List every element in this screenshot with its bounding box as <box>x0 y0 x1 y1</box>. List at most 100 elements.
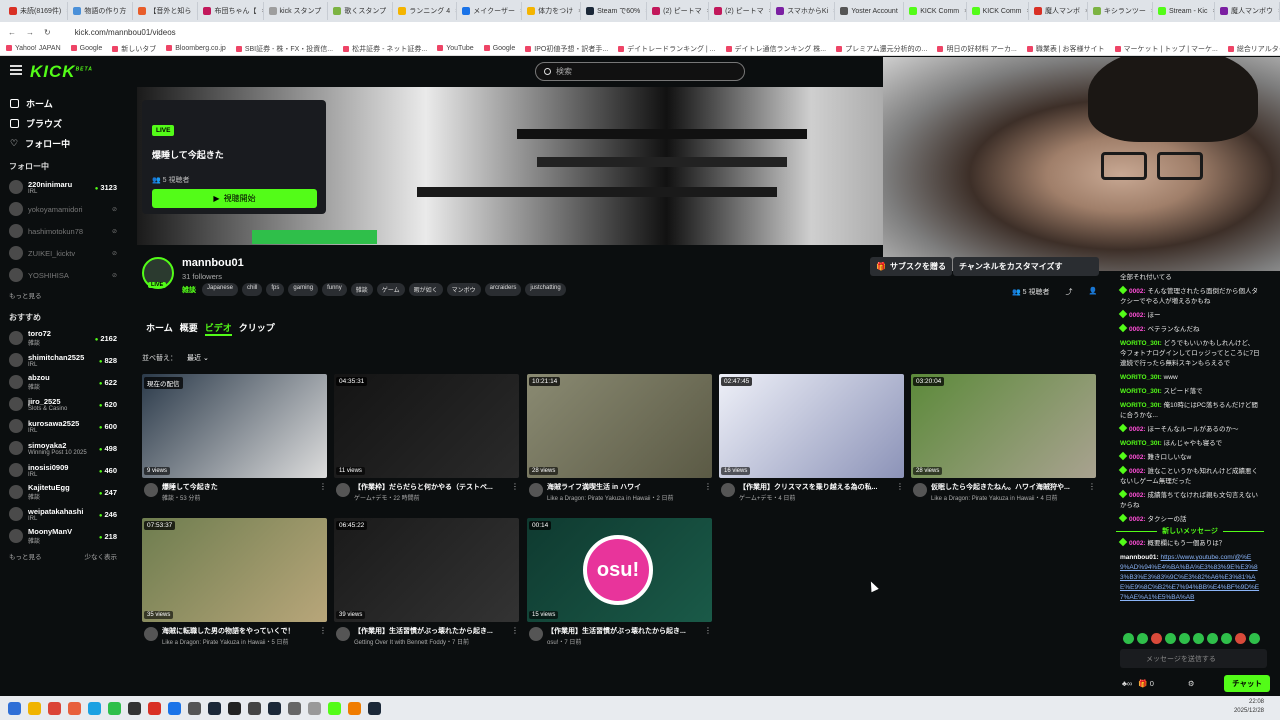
tab-home[interactable]: ホーム <box>146 321 173 336</box>
bookmark-item[interactable]: SBI証券 - 株・FX・投資信... <box>236 44 333 54</box>
browser-tab[interactable]: Stream - Kic× <box>1153 2 1215 20</box>
taskbar-app-icon[interactable] <box>348 701 361 715</box>
emote-icon[interactable] <box>1165 633 1176 644</box>
sidebar-channel[interactable]: jiro_2525Slots & Casino 620 <box>0 393 126 415</box>
more-options-icon[interactable]: ⋮ <box>511 626 519 635</box>
bookmark-item[interactable]: プレミアム還元分析的の... <box>836 44 927 54</box>
taskbar-app-icon[interactable] <box>68 701 81 715</box>
video-title[interactable]: 海賊に転職した男の物語をやっていくで！ <box>162 626 317 636</box>
taskbar-app-icon[interactable] <box>148 701 161 715</box>
video-thumbnail[interactable]: 07:53:37 35 views <box>142 518 327 622</box>
browser-tab[interactable]: (2) ピートマ× <box>709 2 772 20</box>
gift-sub-button[interactable]: 🎁 サブスクを贈る <box>870 257 952 276</box>
video-title[interactable]: 【作業用】生活習慣がぶっ壊れたから起き... <box>354 626 509 636</box>
chat-username[interactable]: mannbou01: <box>1120 554 1159 561</box>
channel-tag[interactable]: justchatting <box>525 283 566 296</box>
user-icon[interactable]: 👤 <box>1089 287 1098 297</box>
video-thumbnail[interactable]: 10:21:14 28 views <box>527 374 712 478</box>
video-card[interactable]: 現在の配信 9 views 爆睡して今起きた 雑談・53 分前 ⋮ <box>142 374 327 504</box>
channel-tag[interactable]: gaming <box>288 283 319 296</box>
chat-username[interactable]: 0002: <box>1129 426 1146 433</box>
sidebar-channel[interactable]: toro72 雑談 2162 <box>0 327 126 349</box>
video-thumbnail[interactable]: 現在の配信 9 views <box>142 374 327 478</box>
bookmark-item[interactable]: 総合リアルタイムランキン... <box>1228 44 1280 54</box>
video-title[interactable]: 仮眠したら今起きたねん。ハワイ海賊狩や... <box>931 482 1086 492</box>
taskbar-app-icon[interactable] <box>168 701 181 715</box>
video-card[interactable]: 06:45:22 39 views 【作業用】生活習慣がぶっ壊れたから起き... Ge… <box>334 518 519 648</box>
video-thumbnail[interactable]: osu! 00:14 15 views <box>527 518 712 622</box>
video-card[interactable]: 07:53:37 35 views 海賊に転職した男の物語をやっていくで！ Like … <box>142 518 327 648</box>
video-card[interactable]: 03:20:04 28 views 仮眠したら今起きたねん。ハワイ海賊狩や... Li… <box>911 374 1096 504</box>
video-title[interactable]: 海賊ライフ満喫生活 in ハワイ <box>547 482 702 492</box>
sidebar-channel[interactable]: kurosawa2525IRL 600 <box>0 415 126 437</box>
chat-input[interactable]: メッセージを送信する <box>1120 649 1267 668</box>
chat-username[interactable]: 0002: <box>1129 540 1146 547</box>
start-watching-button[interactable]: ▶ 視聴開始 <box>152 189 317 208</box>
taskbar-app-icon[interactable] <box>48 701 61 715</box>
video-title[interactable]: 【作業用】生活習慣がぶっ壊れたから起き... <box>547 626 702 636</box>
emote-bar[interactable] <box>1123 633 1260 644</box>
chat-username[interactable]: 0002: <box>1129 312 1146 319</box>
chat-username[interactable]: WORITO_30t: <box>1120 388 1162 395</box>
browser-tab[interactable]: キシランツー× <box>1088 2 1153 20</box>
taskbar-app-icon[interactable] <box>288 701 301 715</box>
sidebar-channel[interactable]: shimitchan2525IRL 828 <box>0 349 126 371</box>
taskbar-app-icon[interactable] <box>108 701 121 715</box>
channel-tag[interactable]: マンボウ <box>446 283 481 296</box>
bookmark-item[interactable]: YouTube <box>437 45 474 52</box>
sidebar-item-home[interactable]: ホーム <box>0 93 126 113</box>
emote-icon[interactable] <box>1221 633 1232 644</box>
sidebar-channel[interactable]: 220ninimaruIRL 3123 <box>0 176 126 198</box>
hamburger-menu-icon[interactable] <box>10 65 22 75</box>
browser-tab[interactable]: Steam で60%× <box>581 2 648 20</box>
video-thumbnail[interactable]: 04:35:31 11 views <box>334 374 519 478</box>
chat-send-button[interactable]: チャット <box>1224 675 1270 692</box>
taskbar-app-icon[interactable] <box>248 701 261 715</box>
sidebar-item-following[interactable]: ♡ フォロー中 <box>0 133 126 153</box>
forward-icon[interactable]: → <box>26 28 34 37</box>
browser-tab[interactable]: (2) ピートマ× <box>647 2 710 20</box>
browser-tab[interactable]: Yoster Account× <box>835 2 905 20</box>
sidebar-channel[interactable]: ZUIKEI_kicktv ⊘ <box>0 242 126 264</box>
video-title[interactable]: 爆睡して今起きた <box>162 482 317 492</box>
channel-tag[interactable]: chill <box>242 283 263 296</box>
browser-tab[interactable]: メイクーザー× <box>457 2 523 20</box>
bookmark-item[interactable]: マーケット | トップ | マーケ... <box>1115 44 1218 54</box>
browser-tab[interactable]: kick スタンプ× <box>264 2 329 20</box>
chat-username[interactable]: WORITO_30t: <box>1120 374 1162 381</box>
sidebar-channel[interactable]: abzou 雑談 622 <box>0 371 126 393</box>
search-input[interactable]: 検索 <box>535 62 745 81</box>
address-bar[interactable]: ← → ↻ kick.com/mannbou01/videos <box>0 22 1280 42</box>
more-options-icon[interactable]: ⋮ <box>319 626 327 635</box>
browser-tab[interactable]: 体力をつけ× <box>522 2 582 20</box>
sidebar-channel[interactable]: MoonyManV 雑談 218 <box>0 525 126 547</box>
browser-tab[interactable]: KICK Comm× <box>904 2 967 20</box>
taskbar-app-icon[interactable] <box>268 701 281 715</box>
channel-tag[interactable]: funny <box>322 283 347 296</box>
chat-username[interactable]: 0002: <box>1129 468 1146 475</box>
emote-icon[interactable] <box>1151 633 1162 644</box>
show-more-recommended[interactable]: もっと見る <box>9 551 42 561</box>
bookmark-item[interactable]: Bloomberg.co.jp <box>166 45 226 52</box>
tab-videos[interactable]: ビデオ <box>204 321 232 336</box>
bookmark-item[interactable]: Google <box>71 45 103 52</box>
channel-tag[interactable]: 雑談 <box>350 283 373 296</box>
video-card[interactable]: 04:35:31 11 views 【作業枠】だらだらと何かやる（テストペ... ゲー… <box>334 374 519 504</box>
chat-username[interactable]: 0002: <box>1129 326 1146 333</box>
back-icon[interactable]: ← <box>8 28 16 37</box>
chat-settings-icon[interactable]: ⚙ <box>1188 679 1195 688</box>
emote-icon[interactable] <box>1123 633 1134 644</box>
sidebar-channel[interactable]: yokoyamamidori ⊘ <box>0 198 126 220</box>
bookmark-item[interactable]: Google <box>484 45 516 52</box>
browser-tab[interactable]: ランニング 4× <box>393 2 458 20</box>
bookmark-item[interactable]: デイトレードランキング | ... <box>618 44 715 54</box>
browser-tab[interactable]: 物語の作り方× <box>68 2 134 20</box>
emote-icon[interactable] <box>1235 633 1246 644</box>
taskbar-app-icon[interactable] <box>228 701 241 715</box>
sidebar-channel[interactable]: inosisi0909IRL 460 <box>0 459 126 481</box>
video-card[interactable]: 10:21:14 28 views 海賊ライフ満喫生活 in ハワイ Like a D… <box>527 374 712 504</box>
sidebar-channel[interactable]: YOSHIHISA ⊘ <box>0 264 126 286</box>
browser-tab[interactable]: 【音外と知ら× <box>133 2 199 20</box>
video-card[interactable]: osu! 00:14 15 views 【作業用】生活習慣がぶっ壊れたから起き... o… <box>527 518 712 648</box>
browser-tab[interactable]: 歌くスタンプ× <box>328 2 394 20</box>
